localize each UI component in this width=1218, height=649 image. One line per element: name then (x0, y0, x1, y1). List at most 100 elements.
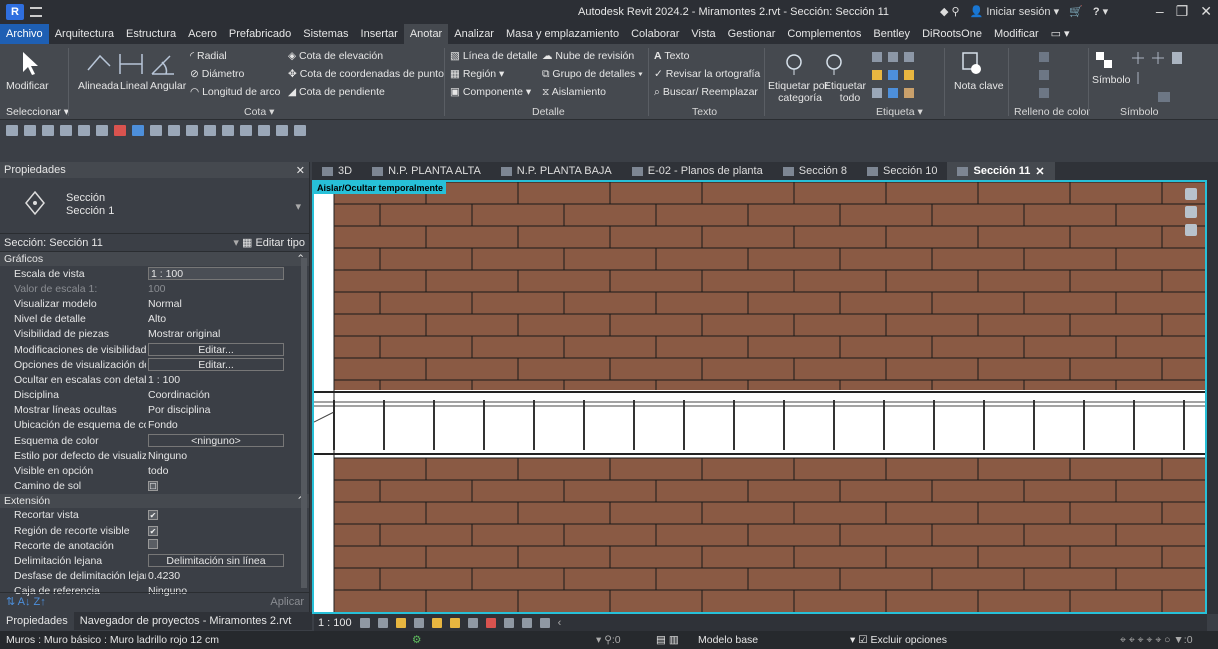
redo-icon[interactable] (78, 124, 90, 136)
save-icon[interactable] (24, 124, 36, 136)
detail-level-icon[interactable] (359, 617, 370, 628)
selection-filters-icons[interactable]: ⌖ ⌖ ⌖ ⌖ ⌖ ○ ▼:0 (1120, 634, 1193, 647)
ribbon-tab-colaborar[interactable]: Colaborar (625, 24, 685, 44)
find-replace-button[interactable]: ⌕ Buscar/ Reemplazar (654, 86, 758, 99)
context-tab-icon[interactable]: ▭ ▾ (1045, 24, 1076, 44)
property-group-header[interactable]: Gráficos⌃ (0, 252, 309, 266)
measure-icon[interactable] (114, 124, 126, 136)
property-value[interactable]: Editar... (146, 358, 309, 372)
tag-all-button[interactable]: Etiquetar todo (824, 80, 866, 104)
pan-icon[interactable] (1185, 206, 1197, 218)
analysis-icon[interactable] (521, 617, 532, 628)
undo-icon[interactable] (60, 124, 72, 136)
tab-project-browser[interactable]: Navegador de proyectos - Miramontes 2.rv… (74, 612, 298, 630)
aligned-dimension-icon[interactable] (132, 124, 144, 136)
tag-qat-icon[interactable] (168, 124, 180, 136)
help-button[interactable]: ? ▾ (1093, 5, 1108, 18)
spot-slope-button[interactable]: ◢ Cota de pendiente (288, 86, 385, 98)
ribbon-tab-analizar[interactable]: Analizar (448, 24, 500, 44)
property-group-header[interactable]: Extensión⌃ (0, 493, 309, 508)
editable-only-icon[interactable]: ▾ ⚲:0 (596, 634, 621, 646)
crop-view-icon[interactable] (431, 617, 442, 628)
view-scale[interactable]: 1 : 100 (318, 617, 352, 629)
modify-button[interactable]: Modificar (6, 80, 49, 92)
property-value[interactable]: Por disciplina (146, 404, 309, 416)
detail-line-qat-icon[interactable] (150, 124, 162, 136)
exclude-options-toggle[interactable]: ▾ ☑ Excluir opciones (850, 634, 947, 646)
ribbon-tab-arquitectura[interactable]: Arquitectura (49, 24, 120, 44)
property-value[interactable]: Editar... (146, 343, 309, 357)
thin-lines-icon[interactable] (240, 124, 252, 136)
ribbon-tab-acero[interactable]: Acero (182, 24, 223, 44)
property-value[interactable]: ✔ (146, 509, 309, 521)
ribbon-tab-sistemas[interactable]: Sistemas (297, 24, 354, 44)
property-value[interactable] (146, 539, 309, 552)
property-value[interactable]: 1 : 100 (146, 267, 309, 281)
properties-scrollbar[interactable] (301, 258, 307, 588)
canvas-scrollbar[interactable] (1207, 180, 1218, 614)
scroll-left-icon[interactable]: ‹ (558, 617, 562, 629)
print-icon[interactable] (96, 124, 108, 136)
close-icon[interactable]: ✕ (1200, 3, 1212, 20)
ribbon-tab-gestionar[interactable]: Gestionar (722, 24, 782, 44)
wheel-icon[interactable] (1185, 224, 1197, 236)
ribbon-tab-modificar[interactable]: Modificar (988, 24, 1045, 44)
default-3d-icon[interactable] (204, 124, 216, 136)
highlight-icon[interactable] (539, 617, 550, 628)
visual-style-icon[interactable] (377, 617, 388, 628)
ribbon-tab-archivo[interactable]: Archivo (0, 24, 49, 44)
minimize-icon[interactable]: ‒ (1156, 3, 1164, 20)
open-icon[interactable] (6, 124, 18, 136)
revision-cloud-button[interactable]: ☁ Nube de revisión (542, 50, 634, 62)
text-qat-icon[interactable] (186, 124, 198, 136)
sort-icons[interactable]: ⇅ A↓ Z↑ (6, 595, 46, 608)
radial-dim-button[interactable]: ◜ Radial (190, 50, 227, 62)
property-value[interactable]: Delimitación sin línea (146, 554, 309, 568)
type-dropdown-icon[interactable]: ▾ (295, 200, 301, 213)
show-crop-icon[interactable] (449, 617, 460, 628)
worksets-icon[interactable]: ⚙ (412, 634, 421, 646)
insulation-button[interactable]: ⧖ Aislamiento (542, 86, 606, 99)
menu-icon[interactable] (30, 7, 42, 17)
ribbon-tab-bentley[interactable]: Bentley (867, 24, 916, 44)
type-selector[interactable]: Sección Sección 1 ▾ (0, 178, 309, 234)
select-panel-label[interactable]: Seleccionar ▾ (6, 106, 69, 118)
spelling-button[interactable]: ✓ Revisar la ortografía (654, 68, 760, 80)
view-tab-3d[interactable]: 3D (312, 162, 362, 180)
dimension-panel-label[interactable]: Cota ▾ (244, 106, 274, 118)
section-qat-icon[interactable] (222, 124, 234, 136)
linear-dim-button[interactable]: Lineal (120, 80, 148, 92)
design-options-icon[interactable]: ▤ ▥ (656, 634, 679, 646)
temporary-hide-icon[interactable] (485, 617, 496, 628)
property-value[interactable]: Ninguno (146, 450, 309, 462)
sync-icon[interactable] (42, 124, 54, 136)
view-tab-e-02-planos-de-planta[interactable]: E-02 - Planos de planta (622, 162, 773, 180)
ribbon-tab-vista[interactable]: Vista (685, 24, 721, 44)
apply-button[interactable]: Aplicar (270, 596, 304, 608)
tab-properties[interactable]: Propiedades (0, 612, 74, 630)
customize-qat-icon[interactable] (294, 124, 306, 136)
ribbon-tab-insertar[interactable]: Insertar (355, 24, 404, 44)
restore-icon[interactable]: ❐ (1176, 3, 1189, 20)
spot-elevation-button[interactable]: ◈ Cota de elevación (288, 50, 383, 62)
edit-type-button[interactable]: ▾ ▦ Editar tipo (233, 236, 305, 249)
view-tab-n-p-planta-baja[interactable]: N.P. PLANTA BAJA (491, 162, 622, 180)
region-button[interactable]: ▦ Región ▾ (450, 68, 504, 80)
property-value[interactable]: ☐ (146, 480, 309, 492)
sun-path-icon[interactable] (395, 617, 406, 628)
switch-windows-icon[interactable] (276, 124, 288, 136)
ribbon-tab-complementos[interactable]: Complementos (781, 24, 867, 44)
diameter-dim-button[interactable]: ⊘ Diámetro (190, 68, 244, 80)
close-hidden-icon[interactable] (258, 124, 270, 136)
property-value[interactable]: ✔ (146, 525, 309, 537)
component-button[interactable]: ▣ Componente ▾ (450, 86, 531, 98)
detail-group-button[interactable]: ⧉ Grupo de detalles ▾ (542, 68, 643, 81)
property-value[interactable]: 0.4230 (146, 570, 309, 582)
property-value[interactable]: Fondo (146, 419, 309, 431)
tag-panel-label[interactable]: Etiqueta ▾ (876, 106, 923, 118)
arc-length-button[interactable]: ◠ Longitud de arco (190, 86, 280, 98)
ribbon-tab-estructura[interactable]: Estructura (120, 24, 182, 44)
property-value[interactable]: Coordinación (146, 389, 309, 401)
ribbon-tab-prefabricado[interactable]: Prefabricado (223, 24, 297, 44)
property-value[interactable]: todo (146, 465, 309, 477)
